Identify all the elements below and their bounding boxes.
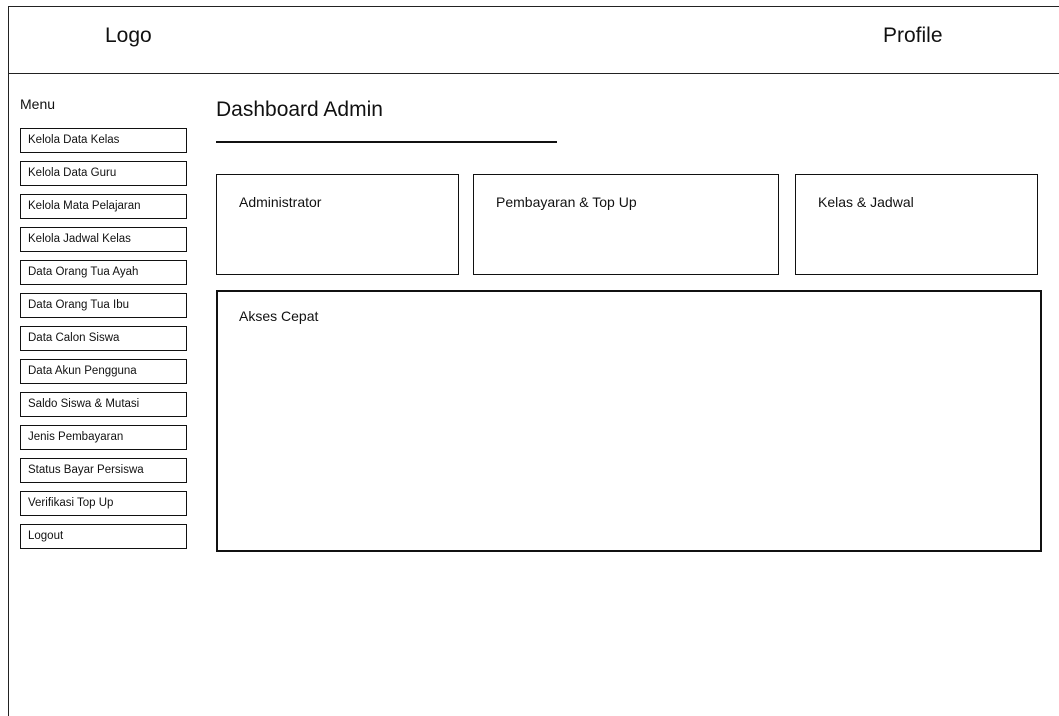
menu-item-jenis-pembayaran[interactable]: Jenis Pembayaran [20,425,187,450]
menu-item-saldo-siswa-mutasi[interactable]: Saldo Siswa & Mutasi [20,392,187,417]
card-administrator[interactable]: Administrator [216,174,459,275]
logout-button[interactable]: Logout [20,524,187,549]
menu-item-data-akun-pengguna[interactable]: Data Akun Pengguna [20,359,187,384]
menu-item-kelola-data-guru[interactable]: Kelola Data Guru [20,161,187,186]
menu-item-verifikasi-top-up[interactable]: Verifikasi Top Up [20,491,187,516]
menu-item-kelola-mata-pelajaran[interactable]: Kelola Mata Pelajaran [20,194,187,219]
header: Logo Profile [8,6,1059,74]
menu-list: Kelola Data Kelas Kelola Data Guru Kelol… [20,128,187,557]
logo[interactable]: Logo [105,24,152,48]
menu-item-data-orang-tua-ayah[interactable]: Data Orang Tua Ayah [20,260,187,285]
card-label: Kelas & Jadwal [818,194,914,210]
card-pembayaran-top-up[interactable]: Pembayaran & Top Up [473,174,779,275]
menu-item-status-bayar-persiswa[interactable]: Status Bayar Persiswa [20,458,187,483]
card-kelas-jadwal[interactable]: Kelas & Jadwal [795,174,1038,275]
quick-access-label: Akses Cepat [239,308,319,324]
page-title: Dashboard Admin [216,98,383,121]
menu-item-data-calon-siswa[interactable]: Data Calon Siswa [20,326,187,351]
card-label: Administrator [239,194,322,210]
profile-button[interactable]: Profile [883,24,943,48]
menu-item-data-orang-tua-ibu[interactable]: Data Orang Tua Ibu [20,293,187,318]
menu-item-kelola-jadwal-kelas[interactable]: Kelola Jadwal Kelas [20,227,187,252]
quick-access-panel: Akses Cepat [216,290,1042,552]
menu-item-kelola-data-kelas[interactable]: Kelola Data Kelas [20,128,187,153]
card-label: Pembayaran & Top Up [496,194,637,210]
menu-title: Menu [20,96,56,112]
title-divider [216,141,557,143]
